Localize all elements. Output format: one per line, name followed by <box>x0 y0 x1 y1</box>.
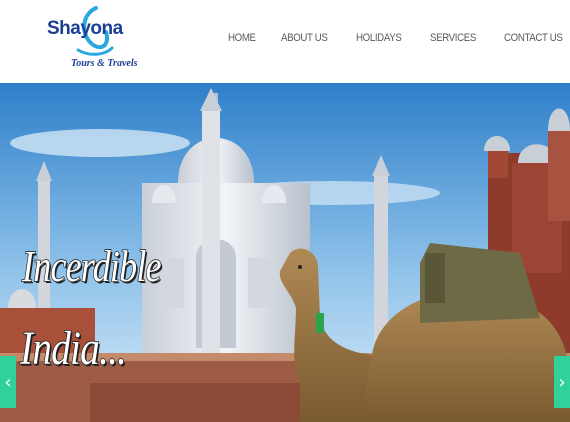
brand-tagline: Tours & Travels <box>71 58 138 69</box>
brand-logo[interactable]: Shayona Tours & Travels <box>44 4 138 72</box>
chevron-left-icon: ‹ <box>4 371 12 393</box>
hero-slider: Incerdible India... ‹ › <box>0 83 570 422</box>
chevron-right-icon: › <box>558 371 566 393</box>
nav-item-about-us[interactable]: ABOUT US <box>281 32 328 48</box>
main-nav: HOME ABOUT US HOLIDAYS SERVICES CONTACT … <box>228 32 570 48</box>
hero-headline-line2: India... <box>19 321 127 375</box>
nav-item-home[interactable]: HOME <box>228 32 256 48</box>
nav-item-contact-us[interactable]: CONTACT US <box>504 32 563 48</box>
slider-prev-button[interactable]: ‹ <box>0 356 16 408</box>
brand-name: Shayona <box>47 18 123 39</box>
slider-next-button[interactable]: › <box>554 356 570 408</box>
site-header: Shayona Tours & Travels HOME ABOUT US HO… <box>0 0 570 83</box>
nav-item-services[interactable]: SERVICES <box>430 32 476 48</box>
nav-item-holidays[interactable]: HOLIDAYS <box>356 32 402 48</box>
hero-headline-line1: Incerdible <box>21 241 162 291</box>
